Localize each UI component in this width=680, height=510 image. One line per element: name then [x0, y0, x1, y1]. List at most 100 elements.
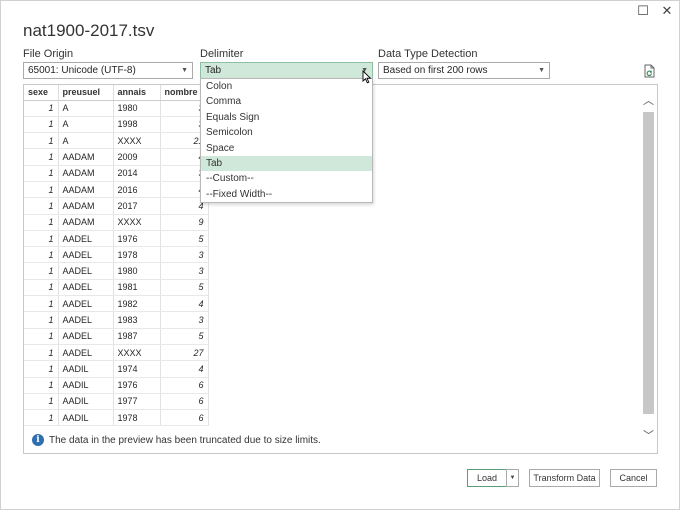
- table-cell: 1: [24, 295, 59, 313]
- table-header-row: sexe preusuel annais nombre: [24, 85, 209, 101]
- table-row: 1 AADEL 1978 3: [24, 246, 209, 264]
- table-row: 1A19983: [24, 116, 209, 134]
- table-cell: 1: [24, 279, 59, 297]
- table-cell: 1: [24, 100, 59, 117]
- table-cell: 1: [24, 328, 59, 345]
- column-header[interactable]: sexe: [24, 85, 59, 101]
- table-row: 1 AADIL 1976 6: [24, 377, 209, 394]
- delimiter-option[interactable]: Semicolon: [201, 125, 372, 140]
- delimiter-dropdown-list: Colon Comma Equals Sign Semicolon Space …: [200, 78, 373, 203]
- delimiter-option[interactable]: Space: [201, 141, 372, 156]
- table-cell: 1: [24, 409, 59, 427]
- table-cell: 1: [24, 197, 59, 215]
- import-dialog: ☐ ✕ nat1900-2017.tsv File Origin 65001: …: [0, 0, 680, 510]
- table-cell: 2014: [113, 165, 161, 182]
- table-cell: 3: [160, 246, 209, 264]
- table-cell: 4: [160, 295, 209, 313]
- table-cell: 6: [160, 393, 209, 411]
- column-header[interactable]: preusuel: [58, 85, 114, 101]
- info-icon: i: [32, 434, 44, 446]
- table-cell: AADAM: [58, 181, 114, 199]
- table-cell: 1: [24, 377, 59, 394]
- table-cell: 1: [24, 214, 59, 231]
- table-row: 1 AADEL 1980 3: [24, 262, 209, 280]
- table-row: 1 A XXXX 21: [24, 132, 209, 150]
- delimiter-select[interactable]: Tab ▼: [200, 62, 373, 79]
- preview-table: sexe preusuel annais nombre 1A198031A199…: [24, 85, 209, 427]
- table-cell: AADEL: [58, 246, 114, 264]
- vertical-scrollbar[interactable]: ︿ ﹀: [640, 85, 657, 453]
- table-cell: 1: [24, 230, 59, 248]
- table-cell: AADIL: [58, 409, 114, 427]
- data-type-detection-select[interactable]: Based on first 200 rows ▼: [378, 62, 550, 79]
- delimiter-label: Delimiter: [200, 48, 244, 60]
- table-cell: A: [58, 116, 114, 134]
- delimiter-option[interactable]: Equals Sign: [201, 110, 372, 125]
- table-cell: XXXX: [113, 132, 161, 150]
- chevron-down-icon: ▼: [538, 67, 545, 74]
- table-cell: XXXX: [113, 344, 161, 362]
- scroll-up-icon[interactable]: ︿: [640, 93, 657, 110]
- delimiter-option[interactable]: --Fixed Width--: [201, 187, 372, 202]
- refresh-document-icon[interactable]: [642, 64, 656, 78]
- table-cell: 1: [24, 132, 59, 150]
- table-cell: AADIL: [58, 360, 114, 378]
- table-cell: 2009: [113, 148, 161, 166]
- table-cell: 1: [24, 360, 59, 378]
- delimiter-option[interactable]: Comma: [201, 94, 372, 109]
- delimiter-option[interactable]: --Custom--: [201, 171, 372, 186]
- table-cell: 3: [160, 262, 209, 280]
- close-button[interactable]: ✕: [657, 3, 677, 19]
- maximize-button[interactable]: ☐: [633, 3, 653, 19]
- table-row: 1A19803: [24, 100, 209, 117]
- table-cell: 1978: [113, 246, 161, 264]
- table-cell: 1978: [113, 409, 161, 427]
- truncation-notice: i The data in the preview has been trunc…: [32, 434, 321, 446]
- transform-data-button[interactable]: Transform Data: [529, 469, 600, 487]
- scroll-down-icon[interactable]: ﹀: [640, 428, 657, 445]
- table-row: 1 AADEL 1981 5: [24, 279, 209, 297]
- table-cell: 6: [160, 409, 209, 427]
- table-cell: AADIL: [58, 377, 114, 394]
- table-cell: 9: [160, 214, 209, 231]
- delimiter-option[interactable]: Colon: [201, 79, 372, 94]
- table-cell: 1: [24, 311, 59, 329]
- table-row: 1 AADIL 1978 6: [24, 409, 209, 427]
- table-cell: AADEL: [58, 344, 114, 362]
- table-cell: 27: [160, 344, 209, 362]
- scrollbar-thumb[interactable]: [643, 112, 654, 414]
- file-origin-value: 65001: Unicode (UTF-8): [28, 65, 136, 76]
- table-cell: XXXX: [113, 214, 161, 231]
- table-row: 1 AADEL XXXX 27: [24, 344, 209, 362]
- mouse-pointer-icon: [362, 70, 372, 84]
- table-cell: 1: [24, 165, 59, 182]
- table-cell: 5: [160, 328, 209, 345]
- table-cell: 1976: [113, 230, 161, 248]
- file-origin-label: File Origin: [23, 48, 74, 60]
- chevron-down-icon: ▼: [181, 67, 188, 74]
- truncation-notice-text: The data in the preview has been truncat…: [49, 434, 321, 446]
- table-row: 1 AADEL 1976 5: [24, 230, 209, 248]
- file-origin-select[interactable]: 65001: Unicode (UTF-8) ▼: [23, 62, 193, 79]
- table-row: 1 AADEL 1983 3: [24, 311, 209, 329]
- table-cell: A: [58, 100, 114, 117]
- table-row: 1 AADAM 2017 4: [24, 197, 209, 215]
- load-button[interactable]: Load: [467, 469, 507, 487]
- table-cell: 2016: [113, 181, 161, 199]
- table-cell: 3: [160, 311, 209, 329]
- table-row: 1 AADEL 1982 4: [24, 295, 209, 313]
- table-row: 1 AADAM XXXX 9: [24, 214, 209, 231]
- delimiter-option-selected[interactable]: Tab: [201, 155, 372, 172]
- table-row: 1AADAM20143: [24, 165, 209, 182]
- column-header[interactable]: annais: [113, 85, 161, 101]
- table-cell: AADAM: [58, 197, 114, 215]
- table-row: 1AADAM20164: [24, 181, 209, 199]
- table-row: 1AADAM20094: [24, 148, 209, 166]
- load-options-button[interactable]: ▼: [506, 469, 519, 487]
- table-cell: AADEL: [58, 295, 114, 313]
- cancel-button[interactable]: Cancel: [610, 469, 657, 487]
- table-cell: 1974: [113, 360, 161, 378]
- table-cell: 4: [160, 360, 209, 378]
- table-cell: 5: [160, 279, 209, 297]
- table-cell: 1982: [113, 295, 161, 313]
